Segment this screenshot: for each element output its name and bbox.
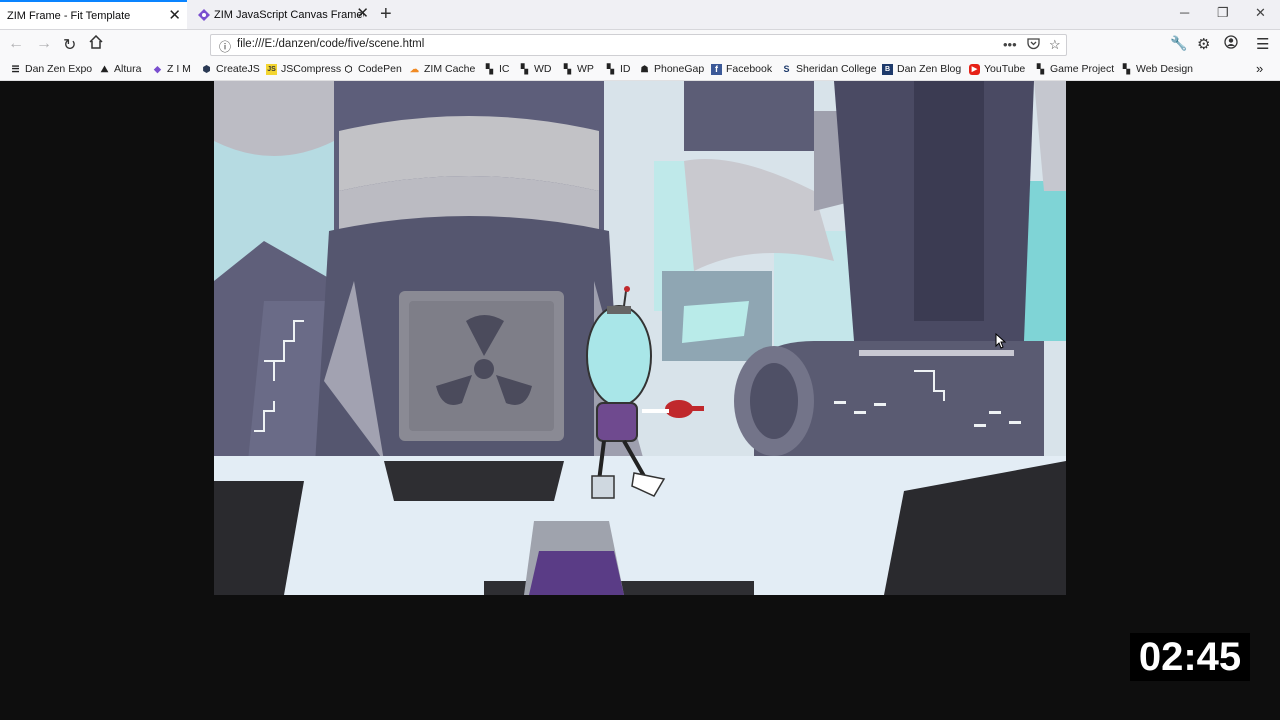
tab-title: ZIM JavaScript Canvas Framew	[214, 8, 364, 21]
more-bookmarks-chevron-icon[interactable]: »	[1256, 61, 1263, 76]
page-actions-icon[interactable]: •••	[1003, 37, 1017, 52]
bookmark-zim[interactable]: ◆ Z I M	[152, 63, 191, 75]
bookmark-jscompress[interactable]: JS JSCompress	[266, 63, 341, 75]
zim-icon: ◆	[154, 63, 161, 74]
back-arrow-icon[interactable]: ←	[8, 35, 24, 53]
bookmark-label: ID	[620, 63, 631, 75]
close-tab-icon[interactable]: ✕	[168, 6, 181, 24]
mountain-icon: ⛰	[100, 63, 109, 74]
url-text: file:///E:/danzen/code/five/scene.html	[237, 38, 425, 50]
bookmark-dan-zen-expo[interactable]: ☰ Dan Zen Expo	[10, 63, 92, 75]
bookmark-phonegap[interactable]: ☗ PhoneGap	[639, 63, 704, 75]
restore-icon[interactable]: ❐	[1217, 5, 1229, 21]
bookmark-star-icon[interactable]: ☆	[1049, 37, 1061, 53]
grid-icon: ▚	[607, 63, 614, 74]
codepen-icon: ⬡	[344, 63, 353, 74]
bookmark-game-project[interactable]: ▚ Game Project	[1035, 63, 1114, 75]
forward-arrow-icon[interactable]: →	[36, 35, 52, 53]
bookmark-zim-cache[interactable]: ☁ ZIM Cache	[409, 63, 475, 75]
grid-icon: ▚	[1037, 63, 1044, 74]
minimize-icon[interactable]: ─	[1180, 5, 1189, 20]
js-icon: JS	[266, 63, 277, 75]
address-bar[interactable]: ⓘ file:///E:/danzen/code/five/scene.html…	[210, 34, 1067, 56]
home-icon[interactable]	[89, 34, 103, 54]
bookmark-label: Dan Zen Blog	[897, 63, 962, 75]
bookmark-label: ZIM Cache	[424, 63, 476, 75]
bookmark-label: Web Design	[1136, 63, 1194, 75]
new-tab-button[interactable]: +	[380, 3, 392, 26]
navigation-bar: ← → ↻ ⓘ file:///E:/danzen/code/five/scen…	[0, 30, 1280, 60]
bookmark-label: CodePen	[358, 63, 402, 75]
bookmarks-toolbar: ☰ Dan Zen Expo ⛰ Altura ◆ Z I M ⬢ CreateJS J…	[0, 60, 1280, 81]
tab-title: ZIM Frame - Fit Template	[7, 9, 131, 22]
gear-icon[interactable]: ⚙	[1197, 35, 1210, 53]
bookmark-label: Game Project	[1050, 63, 1115, 75]
list-icon: ☰	[11, 63, 20, 74]
grid-icon: ▚	[486, 63, 493, 74]
bookmark-dan-zen-blog[interactable]: B Dan Zen Blog	[882, 63, 961, 75]
cube-icon: ⬢	[202, 63, 211, 74]
video-timer: 02:45	[1130, 633, 1250, 681]
grid-icon: ▚	[521, 63, 528, 74]
tab-zim-frame[interactable]: ZIM Frame - Fit Template ✕	[0, 0, 187, 29]
grid-icon: ▚	[564, 63, 571, 74]
bookmark-label: Sheridan College	[796, 63, 877, 75]
bookmark-label: WD	[534, 63, 552, 75]
phonegap-icon: ☗	[640, 63, 649, 74]
game-canvas[interactable]	[214, 81, 1066, 595]
bookmark-label: JSCompress	[281, 63, 342, 75]
bookmark-label: WP	[577, 63, 594, 75]
tab-zim-framework[interactable]: ZIM JavaScript Canvas Framew ✕	[188, 0, 375, 29]
bookmark-label: YouTube	[984, 63, 1026, 75]
bookmark-createjs[interactable]: ⬢ CreateJS	[201, 63, 260, 75]
bookmark-label: Facebook	[726, 63, 773, 75]
mouse-pointer-icon	[995, 333, 1007, 349]
bookmark-wp[interactable]: ▚ WP	[562, 63, 594, 75]
bookmark-codepen[interactable]: ⬡ CodePen	[343, 63, 402, 75]
wrench-icon[interactable]: 🔧	[1170, 35, 1187, 52]
bookmark-sheridan-college[interactable]: S Sheridan College	[781, 63, 877, 75]
bookmark-altura[interactable]: ⛰ Altura	[99, 63, 142, 75]
sheridan-icon: S	[783, 63, 790, 74]
bookmark-id[interactable]: ▚ ID	[605, 63, 631, 75]
menu-icon[interactable]: ☰	[1256, 35, 1269, 53]
bookmark-label: CreateJS	[216, 63, 260, 75]
grid-icon: ▚	[1123, 63, 1130, 74]
facebook-icon: f	[711, 63, 722, 75]
bookmark-web-design[interactable]: ▚ Web Design	[1121, 63, 1193, 75]
bookmark-label: Altura	[114, 63, 142, 75]
tab-strip: ZIM Frame - Fit Template ✕ ZIM JavaScrip…	[0, 0, 1280, 30]
bookmark-ic[interactable]: ▚ IC	[484, 63, 510, 75]
bookmark-label: Z I M	[167, 63, 191, 75]
close-window-icon[interactable]: ✕	[1255, 5, 1266, 21]
reload-icon[interactable]: ↻	[63, 35, 76, 55]
bookmark-facebook[interactable]: f Facebook	[711, 63, 772, 75]
account-icon[interactable]	[1224, 35, 1238, 54]
cloud-icon: ☁	[410, 63, 419, 74]
bookmark-label: PhoneGap	[654, 63, 705, 75]
factory-scene-illustration	[214, 81, 1066, 595]
bookmark-label: IC	[499, 63, 510, 75]
pocket-icon[interactable]	[1027, 37, 1040, 53]
zim-icon	[198, 8, 210, 21]
bookmark-youtube[interactable]: ▶ YouTube	[969, 63, 1025, 75]
info-icon[interactable]: ⓘ	[219, 38, 231, 55]
blog-icon: B	[882, 63, 893, 75]
youtube-icon: ▶	[969, 63, 980, 75]
close-tab-icon[interactable]: ✕	[356, 4, 369, 22]
bookmark-wd[interactable]: ▚ WD	[519, 63, 552, 75]
bookmark-label: Dan Zen Expo	[25, 63, 93, 75]
